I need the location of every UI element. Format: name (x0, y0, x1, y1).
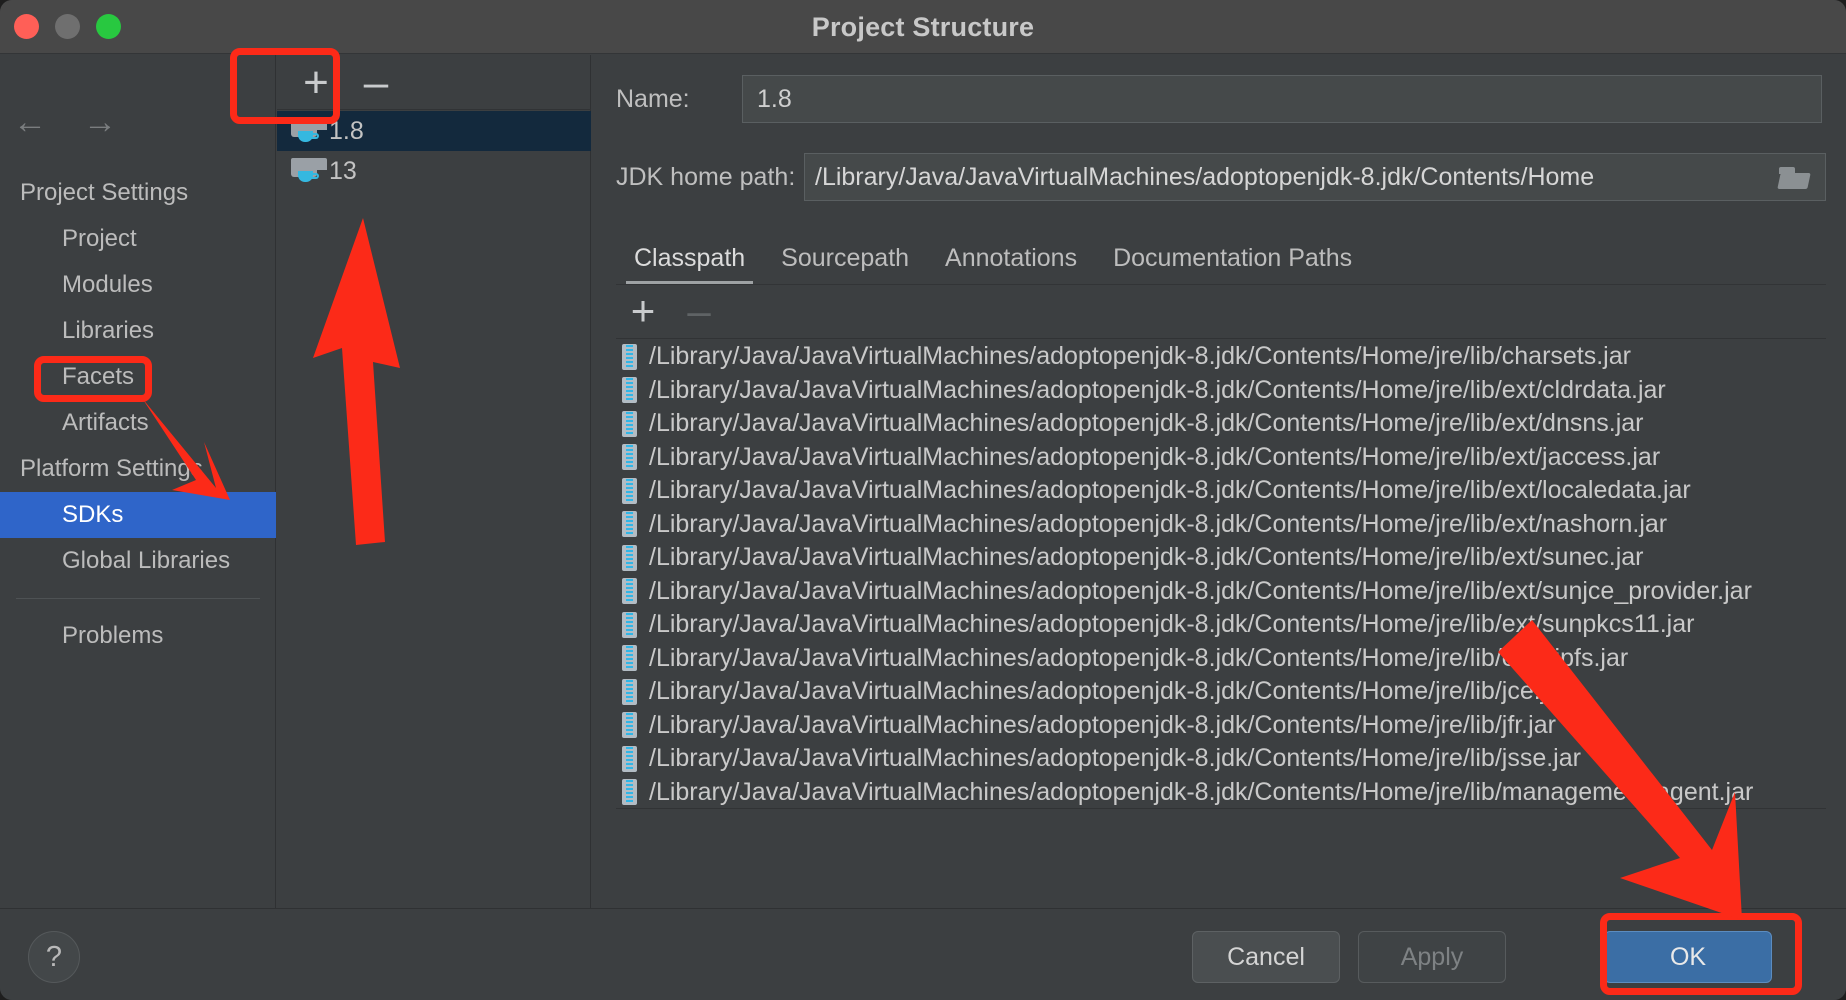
help-button[interactable]: ? (28, 931, 80, 983)
jar-file-icon (622, 712, 637, 739)
classpath-row[interactable]: /Library/Java/JavaVirtualMachines/adopto… (616, 407, 1846, 441)
jdk-home-path-field[interactable]: /Library/Java/JavaVirtualMachines/adopto… (804, 153, 1826, 201)
classpath-row[interactable]: /Library/Java/JavaVirtualMachines/adopto… (616, 608, 1846, 642)
classpath-row[interactable]: /Library/Java/JavaVirtualMachines/adopto… (616, 742, 1846, 776)
title-bar: Project Structure (0, 0, 1846, 54)
classpath-entry-path: /Library/Java/JavaVirtualMachines/adopto… (649, 476, 1691, 505)
jar-file-icon (622, 678, 637, 705)
sidebar-divider (16, 598, 260, 599)
sdk-list-panel: + – 1.8 13 (277, 55, 591, 908)
classpath-entry-path: /Library/Java/JavaVirtualMachines/adopto… (649, 509, 1668, 538)
sidebar-item-facets[interactable]: Facets (0, 354, 276, 400)
classpath-entry-path: /Library/Java/JavaVirtualMachines/adopto… (649, 610, 1695, 639)
classpath-row[interactable]: /Library/Java/JavaVirtualMachines/adopto… (616, 541, 1846, 575)
jar-file-icon (622, 779, 637, 806)
classpath-row[interactable]: /Library/Java/JavaVirtualMachines/adopto… (616, 441, 1846, 475)
jar-file-icon (622, 611, 637, 638)
jdk-folder-icon (291, 158, 327, 184)
name-label: Name: (616, 84, 690, 113)
sdk-list-item-13[interactable]: 13 (277, 151, 591, 191)
name-field-row: Name: 1.8 (616, 75, 1826, 123)
jdk-home-path-row: JDK home path: /Library/Java/JavaVirtual… (616, 153, 1826, 201)
sdk-toolbar: + – (277, 55, 591, 110)
classpath-entry-path: /Library/Java/JavaVirtualMachines/adopto… (649, 576, 1752, 605)
remove-sdk-button[interactable]: – (355, 60, 397, 106)
classpath-row[interactable]: /Library/Java/JavaVirtualMachines/adopto… (616, 340, 1846, 374)
classpath-toolbar: + – (616, 285, 1826, 339)
jar-file-icon (622, 444, 637, 471)
classpath-row[interactable]: /Library/Java/JavaVirtualMachines/adopto… (616, 675, 1846, 709)
jar-file-icon (622, 477, 637, 504)
sidebar-group-platform-settings: Platform Settings (20, 455, 203, 482)
classpath-entry-path: /Library/Java/JavaVirtualMachines/adopto… (649, 375, 1666, 404)
classpath-entry-path: /Library/Java/JavaVirtualMachines/adopto… (649, 342, 1631, 371)
classpath-row[interactable]: /Library/Java/JavaVirtualMachines/adopto… (616, 508, 1846, 542)
classpath-row[interactable]: /Library/Java/JavaVirtualMachines/adopto… (616, 575, 1846, 609)
classpath-row[interactable]: /Library/Java/JavaVirtualMachines/adopto… (616, 709, 1846, 743)
classpath-row[interactable]: /Library/Java/JavaVirtualMachines/adopto… (616, 474, 1846, 508)
sidebar-item-project[interactable]: Project (0, 216, 276, 262)
jar-file-icon (622, 377, 637, 404)
folder-browse-icon[interactable] (1777, 165, 1811, 189)
classpath-entry-path: /Library/Java/JavaVirtualMachines/adopto… (649, 710, 1556, 739)
cancel-button[interactable]: Cancel (1192, 931, 1340, 983)
sidebar-item-problems[interactable]: Problems (0, 613, 276, 659)
tab-annotations[interactable]: Annotations (927, 244, 1095, 285)
jar-file-icon (622, 410, 637, 437)
jar-file-icon (622, 645, 637, 672)
settings-sidebar: ← → Project Settings Project Modules Lib… (0, 55, 276, 908)
back-arrow-icon[interactable]: ← (10, 105, 50, 141)
project-structure-dialog: Project Structure ← → Project Settings P… (0, 0, 1846, 1000)
ok-button[interactable]: OK (1604, 931, 1772, 983)
classpath-entry-path: /Library/Java/JavaVirtualMachines/adopto… (649, 677, 1569, 706)
jdk-folder-icon (291, 118, 327, 144)
sidebar-item-artifacts[interactable]: Artifacts (0, 400, 276, 446)
sdk-list-item-label: 13 (329, 156, 357, 185)
classpath-entry-path: /Library/Java/JavaVirtualMachines/adopto… (649, 744, 1581, 773)
jar-file-icon (622, 544, 637, 571)
tab-documentation-paths[interactable]: Documentation Paths (1095, 244, 1370, 285)
classpath-list[interactable]: /Library/Java/JavaVirtualMachines/adopto… (616, 340, 1846, 808)
sidebar-item-modules[interactable]: Modules (0, 262, 276, 308)
jdk-home-path-label: JDK home path: (616, 162, 796, 191)
jdk-home-path-input[interactable]: /Library/Java/JavaVirtualMachines/adopto… (805, 154, 1765, 200)
jar-file-icon (622, 511, 637, 538)
sidebar-item-libraries[interactable]: Libraries (0, 308, 276, 354)
classpath-list-divider (616, 808, 1826, 809)
classpath-entry-path: /Library/Java/JavaVirtualMachines/adopto… (649, 777, 1754, 806)
forward-arrow-icon[interactable]: → (80, 105, 120, 141)
sidebar-list: Project Settings Project Modules Librari… (0, 170, 276, 659)
name-input[interactable]: 1.8 (742, 75, 1822, 123)
sdk-detail-panel: Name: 1.8 JDK home path: /Library/Java/J… (592, 55, 1846, 908)
window-title: Project Structure (811, 12, 1035, 42)
navigation-buttons: ← → (10, 105, 120, 141)
sidebar-item-global-libraries[interactable]: Global Libraries (0, 538, 276, 584)
remove-classpath-button[interactable]: – (678, 287, 720, 335)
tab-classpath[interactable]: Classpath (616, 244, 763, 285)
classpath-entry-path: /Library/Java/JavaVirtualMachines/adopto… (649, 543, 1644, 572)
jar-file-icon (622, 578, 637, 605)
tab-sourcepath[interactable]: Sourcepath (763, 244, 927, 285)
classpath-row[interactable]: /Library/Java/JavaVirtualMachines/adopto… (616, 776, 1846, 809)
add-sdk-button[interactable]: + (295, 60, 337, 106)
jar-file-icon (622, 745, 637, 772)
classpath-entry-path: /Library/Java/JavaVirtualMachines/adopto… (649, 643, 1629, 672)
sdk-list-item-1-8[interactable]: 1.8 (277, 111, 591, 151)
sdk-list: 1.8 13 (277, 111, 591, 191)
classpath-entry-path: /Library/Java/JavaVirtualMachines/adopto… (649, 409, 1644, 438)
classpath-entry-path: /Library/Java/JavaVirtualMachines/adopto… (649, 442, 1661, 471)
detail-tabs: Classpath Sourcepath Annotations Documen… (616, 233, 1826, 285)
jar-file-icon (622, 343, 637, 370)
sidebar-item-sdks[interactable]: SDKs (0, 492, 276, 538)
sidebar-group-project-settings: Project Settings (20, 179, 189, 206)
apply-button[interactable]: Apply (1358, 931, 1506, 983)
classpath-row[interactable]: /Library/Java/JavaVirtualMachines/adopto… (616, 642, 1846, 676)
classpath-row[interactable]: /Library/Java/JavaVirtualMachines/adopto… (616, 374, 1846, 408)
sdk-list-item-label: 1.8 (329, 116, 364, 145)
dialog-footer: ? Cancel Apply OK (0, 908, 1846, 1000)
add-classpath-button[interactable]: + (622, 287, 664, 335)
